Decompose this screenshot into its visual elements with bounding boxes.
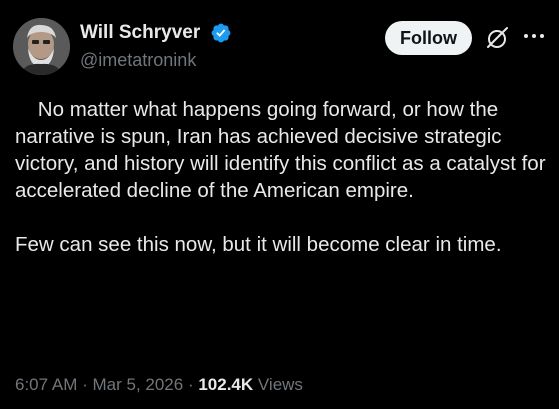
tweet-text: No matter what happens going forward, or… — [15, 96, 547, 258]
tweet-date[interactable]: Mar 5, 2026 — [92, 375, 183, 394]
meta-separator: · — [183, 375, 199, 394]
author-handle[interactable]: @imetatronink — [80, 49, 196, 71]
verified-badge-icon — [211, 23, 231, 43]
views-label: Views — [253, 375, 303, 394]
grok-icon[interactable] — [484, 25, 510, 51]
views-count: 102.4K — [198, 375, 254, 394]
tweet-paragraph: Few can see this now, but it will become… — [15, 233, 502, 256]
meta-separator: · — [77, 375, 93, 394]
more-icon[interactable] — [522, 30, 546, 42]
avatar[interactable] — [13, 18, 70, 75]
tweet-meta: 6:07 AM · Mar 5, 2026 · 102.4K Views — [15, 374, 303, 396]
follow-button[interactable]: Follow — [385, 21, 472, 55]
tweet-time[interactable]: 6:07 AM — [15, 375, 77, 394]
author-display-name[interactable]: Will Schryver — [80, 21, 200, 45]
tweet-paragraph: No matter what happens going forward, or… — [15, 98, 552, 202]
